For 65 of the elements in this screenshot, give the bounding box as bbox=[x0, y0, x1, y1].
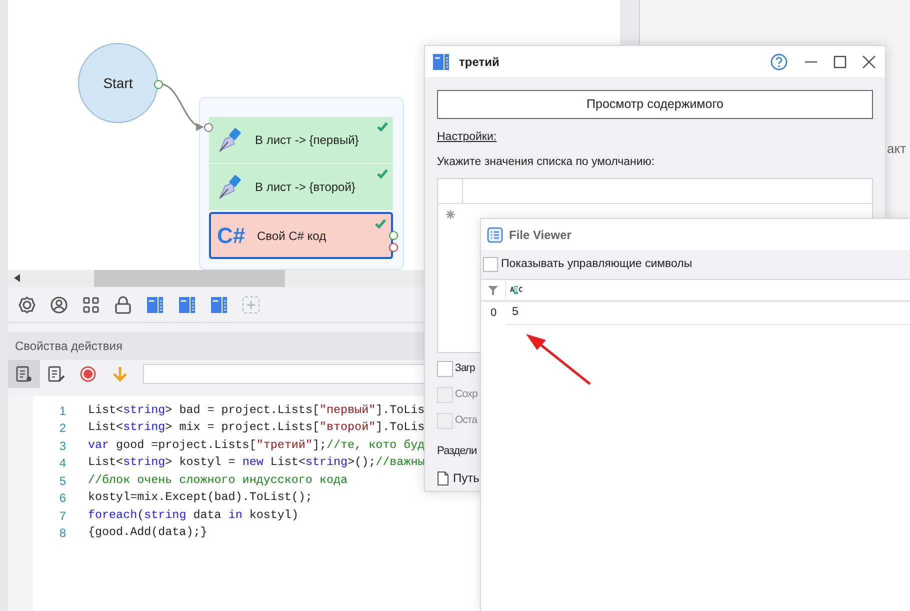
view-contents-button[interactable]: Просмотр содержимого bbox=[437, 90, 873, 119]
node-label: В лист -> {второй} bbox=[255, 179, 356, 196]
window-title: третий bbox=[459, 54, 500, 70]
document-settings-icon[interactable] bbox=[15, 365, 33, 383]
grid-icon[interactable] bbox=[82, 296, 100, 314]
code-line: kostyl=mix.Except(bad).ToList(); bbox=[88, 489, 312, 506]
line-number: 1 bbox=[58, 402, 66, 420]
filter-icon[interactable] bbox=[488, 285, 498, 295]
code-line: var good =project.Lists["третий"];//те, кото буд bbox=[88, 436, 425, 454]
node-label: Свой C# код bbox=[257, 228, 326, 244]
notebook-icon[interactable] bbox=[178, 296, 196, 314]
action-node[interactable]: C# Свой C# код bbox=[209, 212, 393, 259]
csharp-icon: C# bbox=[217, 224, 249, 246]
new-row-icon bbox=[446, 210, 455, 218]
lock-icon[interactable] bbox=[114, 296, 132, 314]
close-icon[interactable] bbox=[862, 54, 876, 68]
row-index: 0 bbox=[489, 306, 498, 322]
arrow bbox=[526, 334, 591, 385]
line-number: 6 bbox=[58, 490, 66, 508]
notebook-icon bbox=[432, 52, 450, 70]
action-node[interactable]: В лист -> {второй} bbox=[209, 164, 393, 211]
window-title: File Viewer bbox=[509, 226, 572, 244]
background-text: акт bbox=[887, 140, 906, 158]
code-line: List<string> bad = project.Lists["первый"].ToLis bbox=[88, 402, 425, 419]
port[interactable] bbox=[154, 80, 163, 89]
line-number: 5 bbox=[58, 472, 66, 490]
code-line: {good.Add(data);} bbox=[88, 524, 208, 542]
notebook-icon[interactable] bbox=[146, 296, 164, 314]
line-number: 2 bbox=[58, 420, 66, 438]
code-line: List<string> kostyl = new List<string>();//важны bbox=[88, 454, 425, 472]
action-node[interactable]: В лист -> {первый} bbox=[209, 117, 393, 164]
checkbox-label: Показывать управляющие символы bbox=[501, 256, 692, 272]
table-cell: 5 bbox=[506, 302, 910, 325]
help-icon[interactable] bbox=[770, 52, 788, 70]
panel-title: Свойства действия bbox=[15, 338, 122, 355]
user-icon[interactable] bbox=[50, 296, 68, 314]
checkbox-label: Сохр bbox=[455, 386, 478, 402]
checkbox[interactable] bbox=[483, 257, 498, 272]
start-node[interactable]: Start bbox=[78, 43, 158, 123]
tab[interactable] bbox=[8, 360, 40, 388]
document-edit-icon[interactable] bbox=[47, 365, 65, 383]
notebook-icon[interactable] bbox=[210, 296, 228, 314]
code-line: List<string> mix = project.Lists["второй"].ToLis bbox=[88, 419, 425, 436]
line-number: 7 bbox=[58, 508, 66, 525]
maximize-icon[interactable] bbox=[833, 54, 847, 68]
code-line: //блок очень сложного индусского кода bbox=[88, 472, 348, 489]
settings-icon[interactable] bbox=[18, 296, 36, 314]
settings-link[interactable]: Настройки: bbox=[437, 129, 497, 146]
file-icon bbox=[437, 470, 449, 486]
pen-nib-icon bbox=[217, 174, 243, 200]
node-label: В лист -> {первый} bbox=[255, 132, 359, 149]
path-label: Путь bbox=[453, 470, 480, 487]
scrollbar-thumb[interactable] bbox=[94, 270, 285, 287]
checkbox-label: Оста bbox=[455, 412, 477, 428]
list-icon bbox=[487, 226, 503, 242]
line-number: 4 bbox=[58, 455, 66, 472]
code-line: foreach(string data in kostyl) bbox=[88, 506, 298, 524]
separator-label: Раздели bbox=[437, 444, 477, 458]
checkbox-label: Загр bbox=[455, 360, 475, 376]
scroll-left-icon[interactable] bbox=[14, 274, 20, 282]
line-number: 8 bbox=[58, 525, 66, 542]
defaults-label: Укажите значения списка по умолчанию: bbox=[437, 155, 656, 170]
pen-nib-icon bbox=[217, 127, 243, 153]
checkbox[interactable] bbox=[437, 360, 453, 376]
line-number: 3 bbox=[58, 438, 66, 455]
